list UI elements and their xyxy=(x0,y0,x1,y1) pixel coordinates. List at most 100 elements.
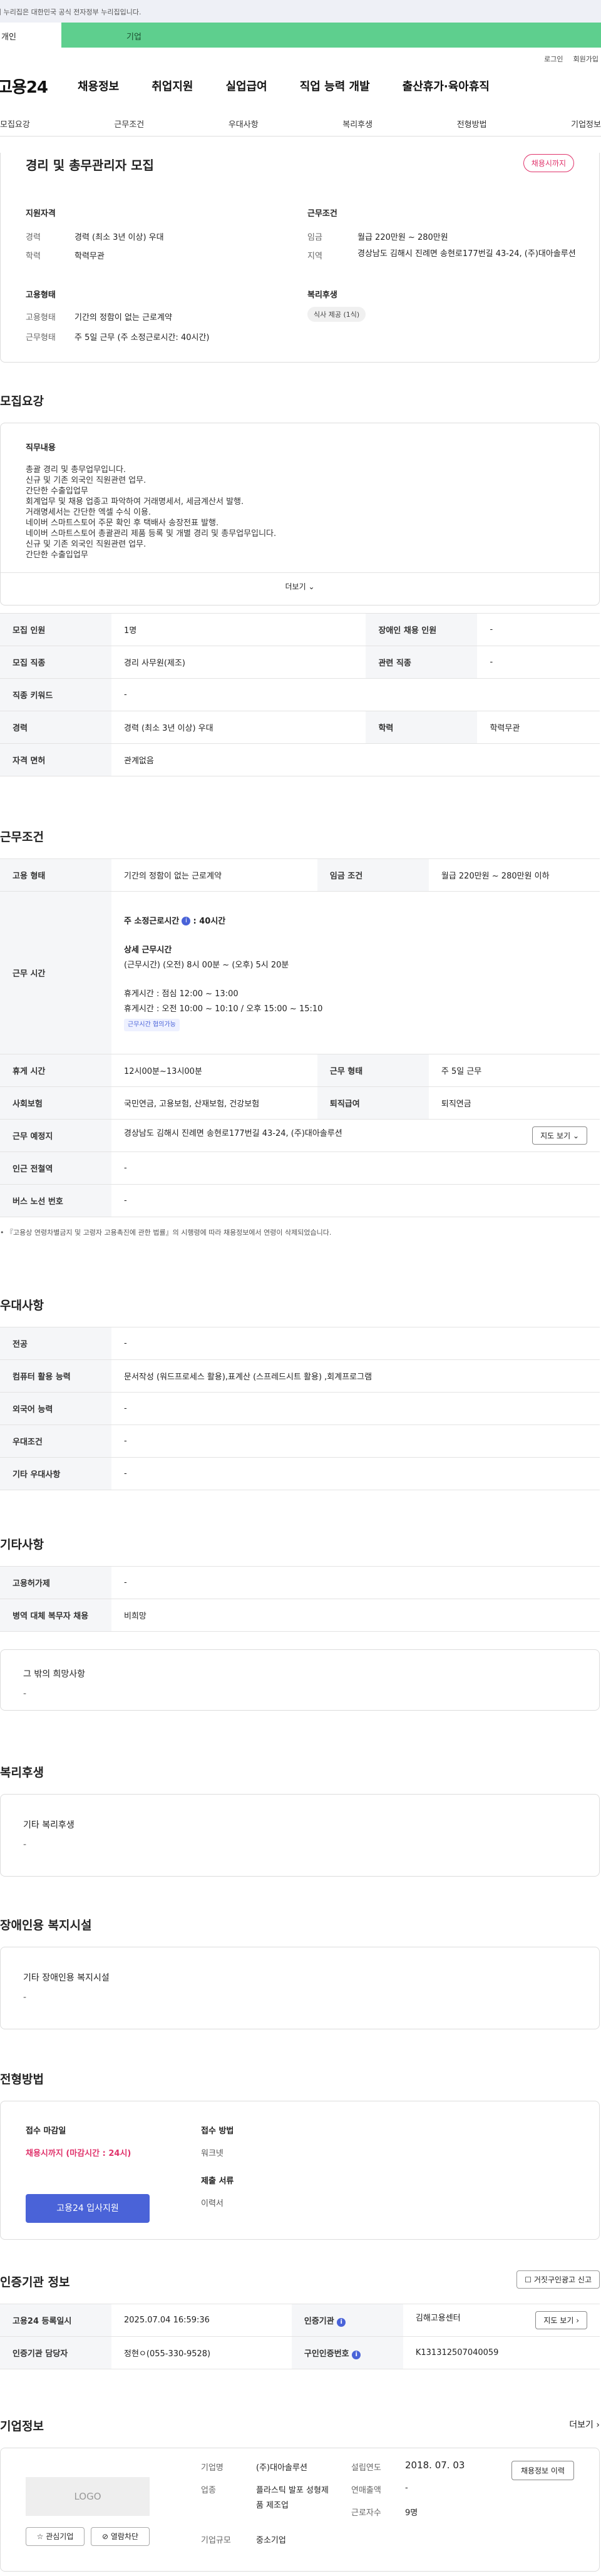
row-value: 국민연금, 고용보험, 산재보험, 건강보험 xyxy=(111,1086,317,1120)
agency-table: 고용24 등록일시 2025.07.04 16:59:36 인증기관 i 김해고용… xyxy=(0,2304,600,2369)
region-label: 지역 xyxy=(307,252,322,261)
welfare-section: 복리후생 기타 복리후생 - xyxy=(0,1763,600,1877)
row-label: 전공 xyxy=(0,1327,111,1360)
row-label: 모집 직종 xyxy=(0,646,111,679)
no-label-text: 구인인증번호 xyxy=(304,2349,349,2359)
deadline-badge: 채용시까지 xyxy=(523,154,574,172)
tab-business[interactable]: 기업 xyxy=(61,23,601,48)
row-label: 인증기관 i xyxy=(291,2304,403,2337)
row-label: 자격 면허 xyxy=(0,743,111,776)
table-row: 컴퓨터 활용 능력 문서작성 (워드프로세스 활용),표계산 (스프레드시트 활용… xyxy=(0,1359,600,1393)
snb-welfare[interactable]: 복리후생 xyxy=(342,118,372,136)
info-icon[interactable]: i xyxy=(352,2350,361,2359)
welfare-tag: 식사 제공 (1식) xyxy=(307,307,366,322)
row-label: 학력 xyxy=(366,711,478,744)
login-link[interactable]: 로그인 xyxy=(544,54,563,66)
duty-line: 신규 및 기존 외국인 직원관련 업무. xyxy=(26,476,146,485)
gnb-support[interactable]: 취업지원 xyxy=(152,78,193,94)
deadline-label: 접수 마감일 xyxy=(26,2126,66,2136)
deadline-value: 채용시까지 (마감시간 : 24시) xyxy=(26,2149,131,2158)
duty-card: 직무내용 총괄 경리 및 총무업무입니다. 신규 및 기존 외국인 직원관련 업무… xyxy=(0,423,600,605)
report-button[interactable]: ☐ 거짓구인광고 신고 xyxy=(516,2270,600,2289)
block-button[interactable]: ⊘ 열람차단 xyxy=(91,2527,150,2546)
row-label: 우대조건 xyxy=(0,1425,111,1458)
recruit-section: 모집요강 직무내용 총괄 경리 및 총무업무입니다. 신규 및 기존 외국인 직원… xyxy=(0,392,600,776)
gov-banner-text: 이 누리집은 대한민국 공식 전자정부 누리집입니다. xyxy=(0,8,141,16)
table-row: 모집 직종 경리 사무원(제조) 관련 직종 - xyxy=(0,646,600,679)
welfare-card: 기타 복리후생 - xyxy=(0,1794,600,1877)
company-more-label: 더보기 xyxy=(569,2420,593,2430)
name-value: (주)대아솔루션 xyxy=(256,2463,307,2473)
size-label: 기업규모 xyxy=(201,2536,231,2545)
table-row: 고용24 등록일시 2025.07.04 16:59:36 인증기관 i 김해고용… xyxy=(0,2304,600,2337)
row-value: 12시00분~13시00분 xyxy=(111,1054,317,1087)
row-value: - xyxy=(111,678,600,711)
info-icon[interactable]: i xyxy=(182,917,191,925)
fav-button[interactable]: ☆ 관심기업 xyxy=(26,2527,85,2546)
table-row: 근무 시간 주 소정근로시간 i : 40시간 상세 근무시간 (근무시간) (… xyxy=(0,891,600,1054)
block-label: 열람차단 xyxy=(110,2532,139,2541)
work-table: 고용 형태 기간의 정함이 없는 근로계약 임금 조건 월급 220만원 ~ 280만… xyxy=(0,858,600,1217)
tab-person[interactable]: 개인 xyxy=(0,23,61,48)
company-more[interactable]: 더보기 › xyxy=(569,2418,600,2431)
disabled-section: 장애인용 복지시설 기타 장애인용 복지시설 - xyxy=(0,1916,600,2029)
cond-title: 근무조건 xyxy=(307,209,337,219)
table-row: 경력 경력 (최소 3년 이상) 우대 학력 학력무관 xyxy=(0,711,600,744)
emptype-value: 기간의 정함이 없는 근로계약 xyxy=(74,313,172,322)
detail-label: 상세 근무시간 xyxy=(124,945,172,955)
row-label: 고용허가제 xyxy=(0,1566,111,1599)
snb-recruit[interactable]: 모집요강 xyxy=(0,118,30,136)
select-card: 접수 마감일 채용시까지 (마감시간 : 24시) 고용24 입사지원 접수 방… xyxy=(0,2101,600,2240)
member-tabs: 개인 기업 xyxy=(0,23,601,48)
row-value: 비희망 xyxy=(111,1599,600,1632)
size-value: 중소기업 xyxy=(256,2536,286,2545)
table-row: 사회보험 국민연금, 고용보험, 산재보험, 건강보험 퇴직급여 퇴직연금 xyxy=(0,1086,600,1120)
table-row: 전공 - xyxy=(0,1327,600,1360)
emptype-label: 고용형태 xyxy=(26,313,56,322)
site-logo[interactable]: 고용24 xyxy=(0,75,73,98)
jobs-button[interactable]: 채용정보 이력 xyxy=(511,2461,574,2480)
apply-button[interactable]: 고용24 입사지원 xyxy=(26,2194,150,2223)
duty-label: 직무내용 xyxy=(26,443,56,453)
gnb-unemployment[interactable]: 실업급여 xyxy=(226,78,267,94)
recruit-table: 모집 인원 1명 장애인 채용 인원 - 모집 직종 경리 사무원(제조) 관련 직종 - 직종… xyxy=(0,613,600,776)
row-value: 월급 220만원 ~ 280만원 이하 xyxy=(428,858,600,892)
row-label: 근무 형태 xyxy=(317,1054,429,1087)
agency-map-button[interactable]: 지도 보기 › xyxy=(535,2311,587,2329)
method-value: 워크넷 xyxy=(201,2149,223,2158)
gnb-jobs[interactable]: 채용정보 xyxy=(78,78,119,94)
table-row: 인증기관 담당자 정현ㅇ(055-330-9528) 구인인증번호 i K1313… xyxy=(0,2336,600,2369)
row-value: K131312507040059 xyxy=(403,2336,600,2369)
table-row: 고용허가제 - xyxy=(0,1566,600,1599)
row-label: 사회보험 xyxy=(0,1086,111,1120)
pref-title: 우대사항 xyxy=(0,1299,44,1312)
snb-select[interactable]: 전형방법 xyxy=(457,118,487,136)
disabled-label: 기타 장애인용 복지시설 xyxy=(23,1973,110,1983)
snb-work[interactable]: 근무조건 xyxy=(114,118,144,136)
join-link[interactable]: 회원가입 xyxy=(573,54,598,66)
snb-company[interactable]: 기업정보 xyxy=(571,118,601,136)
hope-label: 그 밖의 희망사항 xyxy=(23,1669,86,1679)
pref-section: 우대사항 전공 - 컴퓨터 활용 능력 문서작성 (워드프로세스 활용),표계산 (스… xyxy=(0,1296,600,1490)
summary-card: 경리 및 총무관리자 모집 채용시까지 지원자격 경력 경력 (최소 3년 이상… xyxy=(0,153,600,363)
hours-cell: 주 소정근로시간 i : 40시간 상세 근무시간 (근무시간) (오전) 8시… xyxy=(111,891,600,1054)
job-title: 경리 및 총무관리자 모집 xyxy=(26,158,154,173)
more-button[interactable]: 더보기 ⌄ xyxy=(1,581,599,592)
gnb-training[interactable]: 직업 능력 개발 xyxy=(300,78,370,94)
gov-banner: 이 누리집은 대한민국 공식 전자정부 누리집입니다. xyxy=(0,0,601,23)
row-label: 병역 대체 복무자 채용 xyxy=(0,1599,111,1632)
snb-pref[interactable]: 우대사항 xyxy=(229,118,259,136)
career-value: 경력 (최소 3년 이상) 우대 xyxy=(74,233,164,242)
age-note: • 『고용상 연령차별금지 및 고령자 고용촉진에 관한 법률』의 시행령에 따… xyxy=(0,1229,332,1237)
est-label: 설립연도 xyxy=(351,2463,381,2473)
duty-line: 신규 및 기존 외국인 직원관련 업무. xyxy=(26,540,146,549)
info-icon[interactable]: i xyxy=(337,2317,346,2327)
gnb-leave[interactable]: 출산휴가·육아휴직 xyxy=(403,78,490,94)
row-label: 퇴직급여 xyxy=(317,1086,429,1120)
sales-label: 연매출액 xyxy=(351,2486,381,2495)
map-button[interactable]: 지도 보기 ⌄ xyxy=(532,1126,587,1145)
etc-section: 기타사항 고용허가제 - 병역 대체 복무자 채용 비희망 그 밖의 희망사항 - xyxy=(0,1535,600,1711)
docs-label: 제출 서류 xyxy=(201,2177,234,2186)
agency-section: 인증기관 정보 ☐ 거짓구인광고 신고 고용24 등록일시 2025.07.04 … xyxy=(0,2270,600,2369)
row-value: 경력 (최소 3년 이상) 우대 xyxy=(111,711,366,744)
